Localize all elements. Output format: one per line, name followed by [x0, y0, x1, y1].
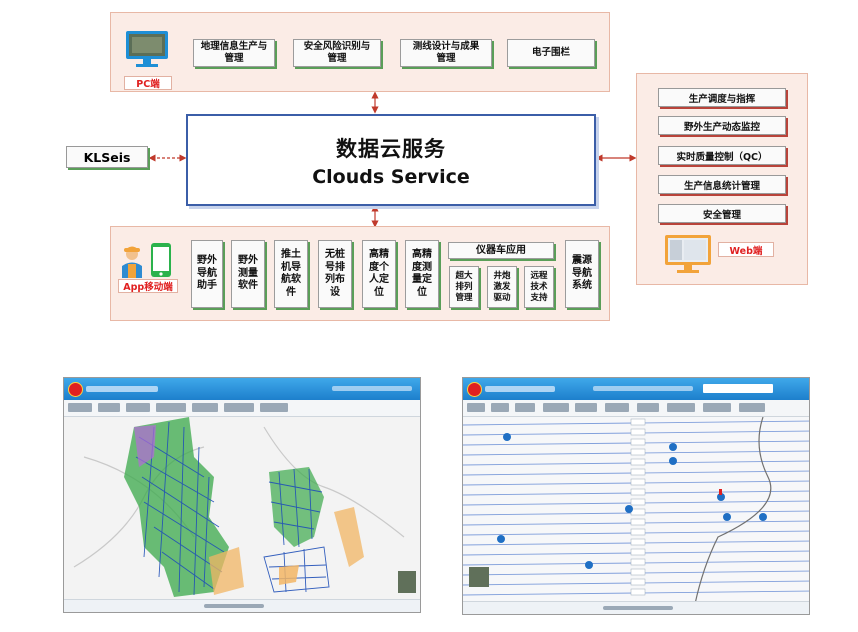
status-placeholder	[332, 386, 412, 391]
klseis-box[interactable]: KLSeis	[66, 146, 148, 168]
pc-label: PC端	[136, 79, 160, 90]
cloud-title-cn: 数据云服务	[336, 136, 446, 161]
right-toolbar	[463, 400, 809, 417]
web-item-safety[interactable]: 安全管理	[658, 204, 786, 223]
instrument-item-blast[interactable]: 井炮 激发 驱动	[487, 266, 517, 308]
app-item-measure[interactable]: 野外 测量 软件	[231, 240, 265, 308]
app-item-personal[interactable]: 高精 度个 人定 位	[362, 240, 396, 308]
tool-button[interactable]	[605, 403, 629, 412]
pc-item-fence[interactable]: 电子围栏	[507, 39, 595, 67]
left-map-canvas[interactable]	[64, 417, 421, 602]
left-statusbar	[64, 599, 420, 612]
web-label-box: Web端	[718, 242, 774, 257]
right-map-canvas[interactable]	[463, 417, 810, 604]
web-item-qc[interactable]: 实时质量控制（QC）	[658, 146, 786, 165]
left-toolbar	[64, 400, 420, 417]
tool-button[interactable]	[156, 403, 186, 412]
web-item-stats[interactable]: 生产信息统计管理	[658, 175, 786, 194]
title-placeholder	[485, 386, 555, 392]
logo-icon	[68, 382, 83, 397]
app-label-box: App移动端	[118, 279, 178, 293]
app-item-nav[interactable]: 野外 导航 助手	[191, 240, 223, 308]
instrument-item-remote[interactable]: 远程 技术 支持	[524, 266, 554, 308]
project-select[interactable]	[703, 384, 773, 393]
status-placeholder	[593, 386, 693, 391]
tool-button[interactable]	[667, 403, 695, 412]
tool-button[interactable]	[575, 403, 597, 412]
tool-button[interactable]	[224, 403, 254, 412]
map-screenshot-left	[63, 377, 421, 613]
pc-item-survey[interactable]: 测线设计与成果 管理	[400, 39, 492, 67]
tool-button[interactable]	[637, 403, 659, 412]
worker-icon	[119, 244, 145, 278]
tool-button[interactable]	[68, 403, 92, 412]
status-placeholder	[603, 606, 673, 610]
tool-button[interactable]	[467, 403, 485, 412]
tool-button[interactable]	[703, 403, 731, 412]
pc-item-risk[interactable]: 安全风险识别与 管理	[293, 39, 381, 67]
instrument-title[interactable]: 仪器车应用	[448, 242, 554, 259]
app-item-precision[interactable]: 高精 度测 量定 位	[405, 240, 439, 308]
map-screenshot-right	[462, 377, 810, 615]
web-item-dispatch[interactable]: 生产调度与指挥	[658, 88, 786, 107]
cloud-title-en: Clouds Service	[312, 165, 470, 188]
tool-button[interactable]	[260, 403, 288, 412]
pc-label-box: PC端	[124, 76, 172, 90]
tool-button[interactable]	[126, 403, 150, 412]
tool-button[interactable]	[491, 403, 509, 412]
cloud-service-box: 数据云服务 Clouds Service	[186, 114, 596, 206]
right-titlebar	[463, 378, 809, 400]
tool-button[interactable]	[192, 403, 218, 412]
monitor-icon	[124, 29, 170, 69]
app-item-vibrator[interactable]: 震源 导航 系统	[565, 240, 599, 308]
phone-icon	[150, 242, 172, 278]
web-label: Web端	[729, 245, 763, 257]
app-label: App移动端	[123, 282, 173, 293]
web-item-monitor[interactable]: 野外生产动态监控	[658, 116, 786, 135]
tool-button[interactable]	[515, 403, 535, 412]
instrument-item-spread[interactable]: 超大 排列 管理	[449, 266, 479, 308]
tool-button[interactable]	[739, 403, 765, 412]
app-item-bulldozer[interactable]: 推土 机导 航软 件	[274, 240, 308, 308]
logo-icon	[467, 382, 482, 397]
tool-button[interactable]	[543, 403, 569, 412]
left-titlebar	[64, 378, 420, 400]
tool-button[interactable]	[98, 403, 120, 412]
pc-item-geo[interactable]: 地理信息生产与 管理	[193, 39, 275, 67]
status-placeholder	[204, 604, 264, 608]
right-statusbar	[463, 601, 809, 614]
app-item-layout[interactable]: 无桩 号排 列布 设	[318, 240, 352, 308]
web-monitor-icon	[664, 234, 712, 276]
title-placeholder	[86, 386, 158, 392]
